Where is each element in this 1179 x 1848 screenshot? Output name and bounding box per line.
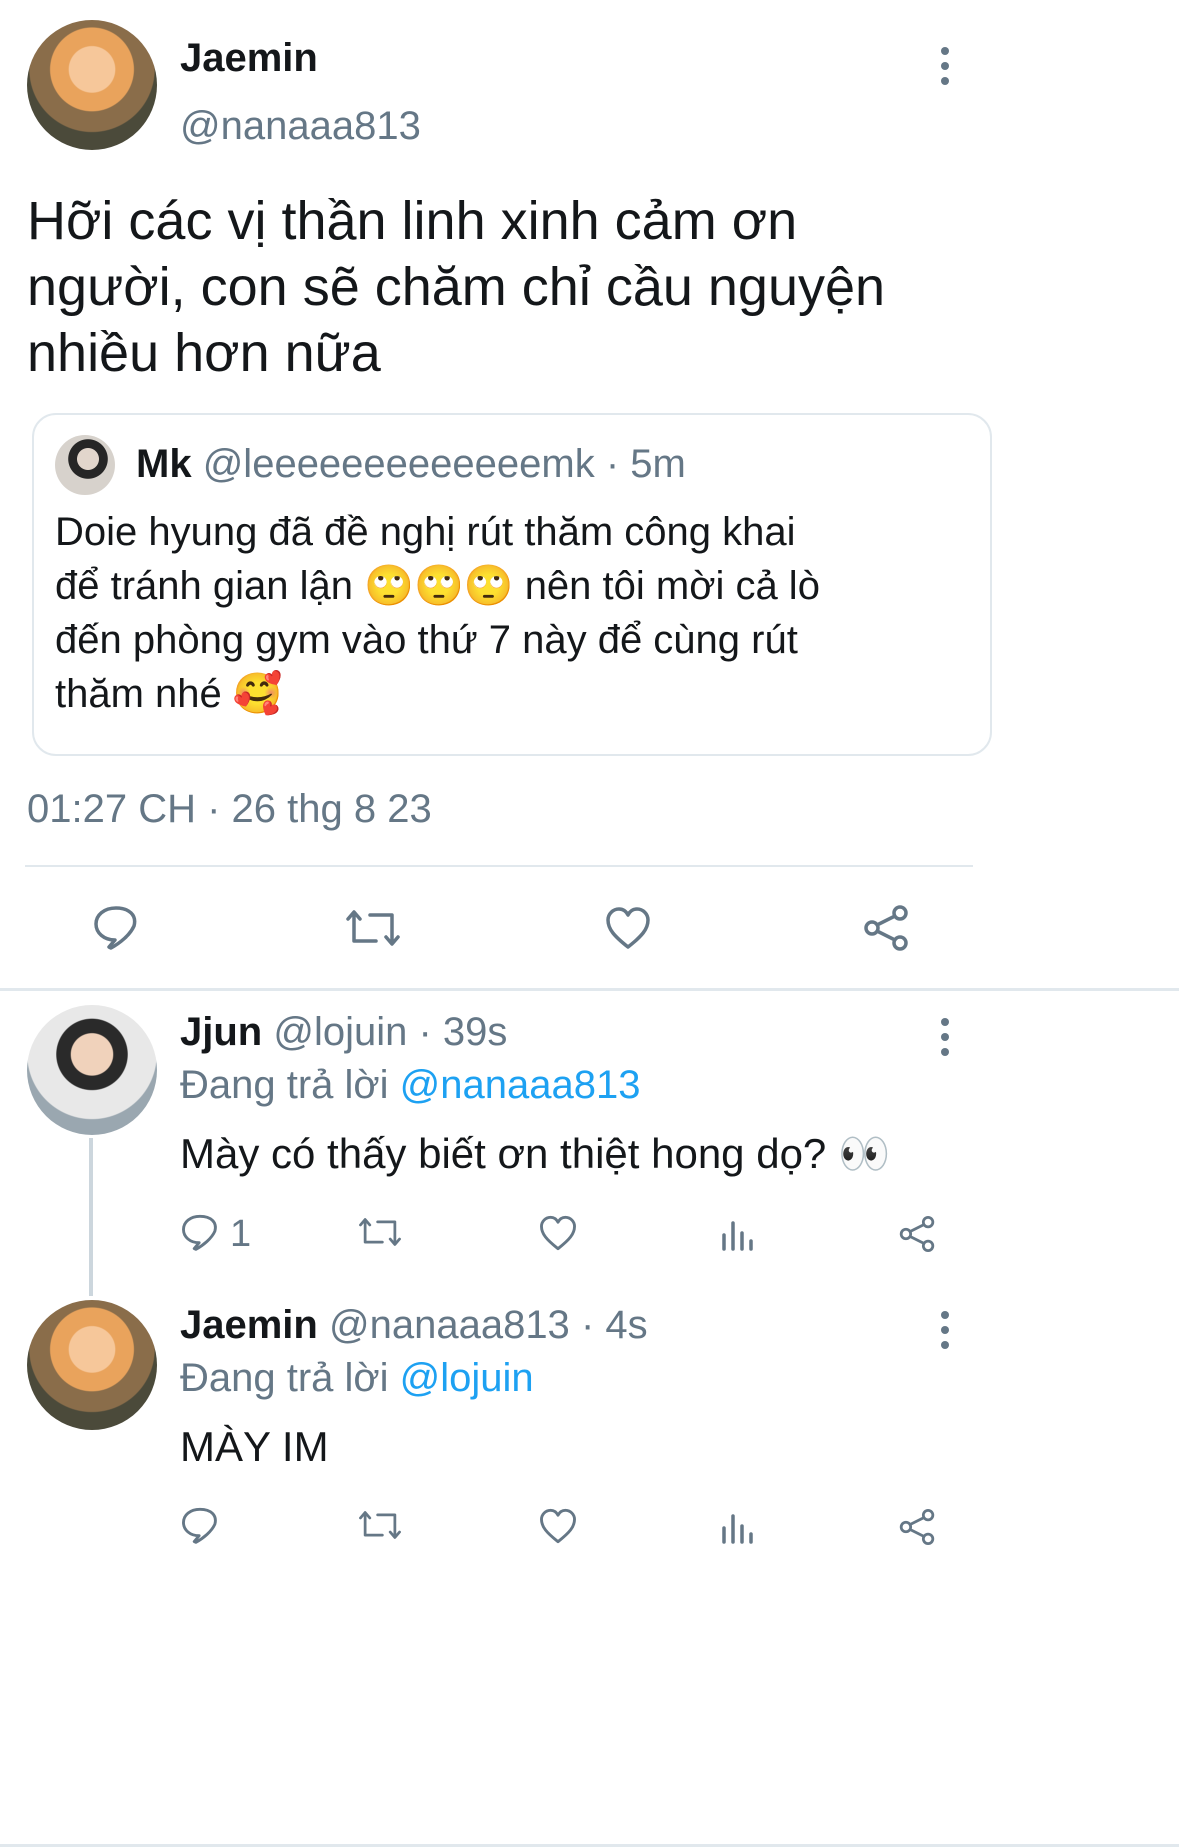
- retweet-icon[interactable]: [357, 1507, 403, 1543]
- more-dots-icon[interactable]: [940, 1311, 950, 1356]
- avatar-jaemin[interactable]: [27, 20, 157, 150]
- more-dots-icon[interactable]: [940, 47, 950, 92]
- reply-text-content: Mày có thấy biết ơn thiệt hong dọ?: [180, 1130, 827, 1177]
- quoted-text-fragment: thăm nhé: [55, 672, 222, 716]
- reply-header: Jaemin @nanaaa813 · 4s: [180, 1303, 648, 1348]
- section-divider: [0, 988, 1179, 991]
- bottom-divider: [0, 1844, 1179, 1847]
- tweet-text: Hỡi các vị thần linh xinh cảm ơn người, …: [27, 188, 885, 386]
- quoted-header: Mk @leeeeeeeeeeeeemk · 5m: [136, 442, 686, 487]
- tweet-timestamp[interactable]: 01:27 CH · 26 thg 8 23: [27, 787, 432, 832]
- share-icon[interactable]: [862, 904, 910, 952]
- retweet-icon[interactable]: [344, 905, 402, 951]
- quoted-text: Doie hyung đã đề nghị rút thăm công khai…: [55, 505, 820, 721]
- quoted-time: · 5m: [605, 442, 686, 486]
- replying-to-prefix: Đang trả lời: [180, 1063, 389, 1107]
- quoted-text-fragment: để tránh gian lận: [55, 564, 354, 608]
- smiling-hearts-emoji: 🥰: [232, 672, 283, 716]
- reply-author-handle[interactable]: @lojuin: [273, 1010, 407, 1054]
- share-icon[interactable]: [898, 1508, 936, 1546]
- like-icon[interactable]: [538, 1507, 578, 1545]
- reply-author-name[interactable]: Jaemin: [180, 1303, 318, 1347]
- avatar-jjun[interactable]: [27, 1005, 157, 1135]
- more-dots-icon[interactable]: [940, 1018, 950, 1063]
- quoted-text-fragment: nên tôi mời cả lò: [524, 564, 820, 608]
- avatar-mk: [55, 435, 115, 495]
- reply-count: 1: [230, 1213, 252, 1255]
- tweet-text-line: nhiều hơn nữa: [27, 323, 381, 383]
- reply-text: MÀY IM: [180, 1423, 329, 1470]
- avatar-jaemin[interactable]: [27, 1300, 157, 1430]
- reply-time: · 4s: [580, 1303, 648, 1347]
- author-name[interactable]: Jaemin: [180, 36, 318, 81]
- analytics-icon[interactable]: [720, 1215, 756, 1251]
- reply-author-name[interactable]: Jjun: [180, 1010, 262, 1054]
- reply-header: Jjun @lojuin · 39s: [180, 1010, 507, 1055]
- eyes-emoji: 👀: [837, 1130, 891, 1177]
- reply-text: Mày có thấy biết ơn thiệt hong dọ? 👀: [180, 1130, 890, 1179]
- reply-icon[interactable]: [180, 1506, 220, 1544]
- reply-icon[interactable]: [92, 904, 140, 950]
- quoted-author-handle: @leeeeeeeeeeeeemk: [202, 442, 595, 486]
- reply-icon[interactable]: [180, 1213, 220, 1251]
- reply-author-handle[interactable]: @nanaaa813: [329, 1303, 570, 1347]
- replying-to-link[interactable]: @lojuin: [400, 1356, 534, 1400]
- quoted-text-line: đến phòng gym vào thứ 7 này để cùng rút: [55, 618, 798, 662]
- like-icon[interactable]: [538, 1214, 578, 1252]
- tweet-text-line: Hỡi các vị thần linh xinh cảm ơn: [27, 191, 798, 251]
- author-handle[interactable]: @nanaaa813: [180, 104, 421, 149]
- like-icon[interactable]: [604, 905, 652, 951]
- share-icon[interactable]: [898, 1215, 936, 1253]
- replying-to: Đang trả lời @lojuin: [180, 1356, 534, 1401]
- quoted-text-line: để tránh gian lận 🙄🙄🙄 nên tôi mời cả lò: [55, 559, 820, 613]
- divider: [25, 865, 973, 867]
- quoted-text-line: Doie hyung đã đề nghị rút thăm công khai: [55, 510, 796, 554]
- replying-to-prefix: Đang trả lời: [180, 1356, 389, 1400]
- replying-to: Đang trả lời @nanaaa813: [180, 1063, 641, 1108]
- tweet-text-line: người, con sẽ chăm chỉ cầu nguyện: [27, 257, 886, 317]
- reply-time: · 39s: [418, 1010, 508, 1054]
- retweet-icon[interactable]: [357, 1214, 403, 1250]
- replying-to-link[interactable]: @nanaaa813: [400, 1063, 641, 1107]
- eye-roll-emoji: 🙄🙄🙄: [364, 564, 514, 608]
- analytics-icon[interactable]: [720, 1508, 756, 1544]
- quoted-author-name: Mk: [136, 442, 192, 486]
- quoted-text-line: thăm nhé 🥰: [55, 667, 820, 721]
- thread-line: [89, 1138, 93, 1296]
